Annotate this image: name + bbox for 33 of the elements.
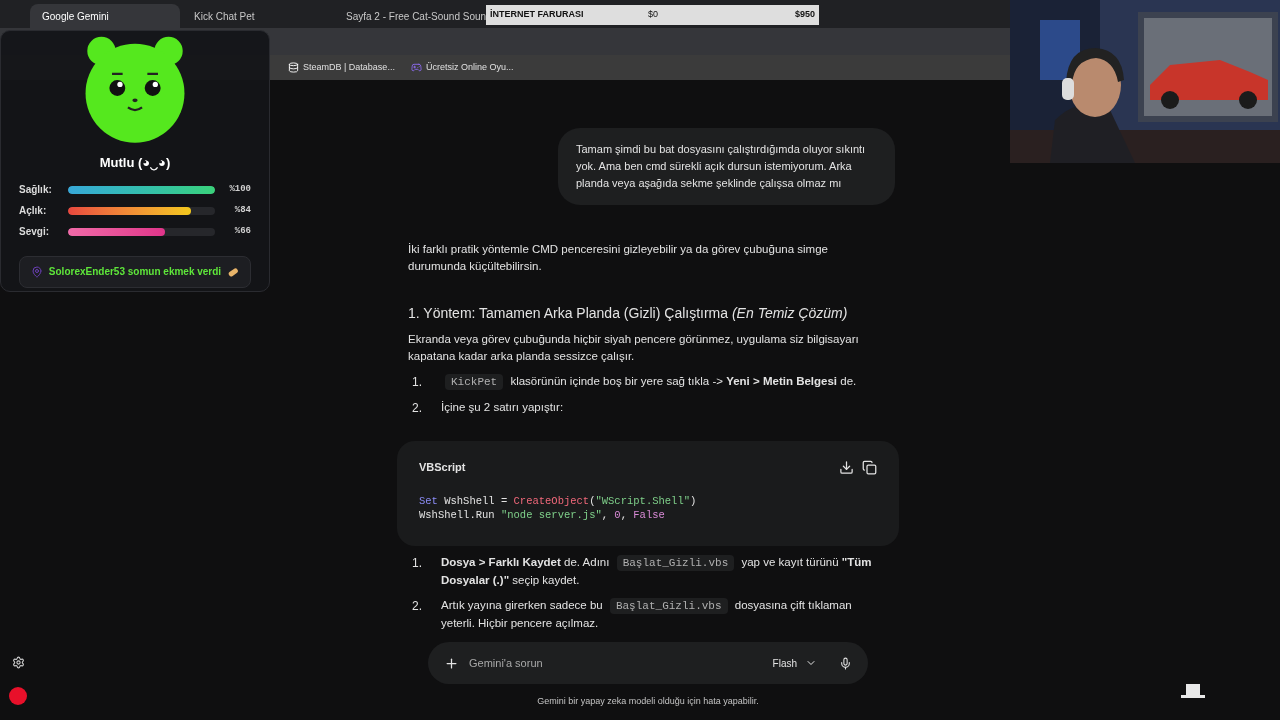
goal-label: İNTERNET FARURASI xyxy=(490,8,585,22)
stat-label: Sevgi: xyxy=(19,225,50,239)
list-number: 1. xyxy=(411,554,423,572)
stat-label: Sağlık: xyxy=(19,183,53,197)
list-number: 1. xyxy=(411,374,423,391)
bookmark[interactable]: SteamDB | Database... xyxy=(288,60,395,75)
stat-label: Açlık: xyxy=(19,204,48,218)
response-paragraph: Ekranda veya görev çubuğunda hiçbir siyah pencere görünmez, uygulama siz bilgisayarı kapatana kadar arka planda sessizce çalışır. xyxy=(408,332,860,364)
browser-tab[interactable]: Google Gemini xyxy=(30,4,180,28)
list-item-text: Dosya > Farklı Kaydet de. Adını Başlat_Gizli.vbs yap ve kayıt türünü "Tüm Dosyalar (.)" seçip kaydet. xyxy=(441,553,873,588)
list-item-text: KickPet klasörünün içinde boş bir yere sağ tıkla -> Yeni > Metin Belgesi de. xyxy=(441,373,857,391)
code-text: Set WshShell = CreateObject("WScript.Shell") WshShell.Run "node server.js", 0, False xyxy=(419,493,698,522)
event-text: SolorexEnder53 somun ekmek verdi xyxy=(48,265,222,279)
list-item-text: İçine şu 2 satırı yapıştır: xyxy=(441,400,564,415)
goal-target: $950 xyxy=(794,8,815,22)
model-select[interactable]: Flash xyxy=(772,655,817,671)
response-paragraph: İki farklı pratik yöntemle CMD penceresini gizleyebilir ya da görev çubuğuna simge durumunda küçültebilirsin. xyxy=(408,242,829,274)
browser-tab[interactable]: Kick Chat Pet xyxy=(182,4,332,28)
disclaimer: Gemini bir yapay zeka modeli olduğu için hata yapabilir. xyxy=(537,695,759,709)
stat-reading: %100 xyxy=(229,182,251,196)
bookmark[interactable]: Ücretsiz Online Oyu... xyxy=(410,60,514,75)
list-number: 2. xyxy=(411,597,423,615)
prompt-field[interactable]: Gemini'a sorun Flash xyxy=(428,642,868,684)
goal-current: $0 xyxy=(648,8,658,22)
list-number: 2. xyxy=(411,400,423,417)
user-message: Tamam şimdi bu bat dosyasını çalıştırdığımda oluyor sıkıntı yok. Ama ben cmd sürekli açık dursun istemiyorum. Arka planda veya aşağıda sekme şeklinde çalışsa olmaz mı xyxy=(558,128,895,205)
stat-reading: %66 xyxy=(234,224,251,238)
browser-tab[interactable]: Sayfa 2 - Free Cat-Sound Soun xyxy=(334,4,484,28)
response-heading: 1. Yöntem: Tamamen Arka Planda (Gizli) Çalıştırma (En Temiz Çözüm) xyxy=(408,304,849,323)
pet-mood: Mutlu (◕‿◕) xyxy=(99,154,171,173)
list-item-text: Artık yayına girerken sadece bu Başlat_Gizli.vbs dosyasına çift tıklaman yeterli. Hiçbir pencere açılmaz. xyxy=(441,596,853,631)
code-language: VBScript xyxy=(419,460,466,475)
stat-reading: %84 xyxy=(234,203,251,217)
